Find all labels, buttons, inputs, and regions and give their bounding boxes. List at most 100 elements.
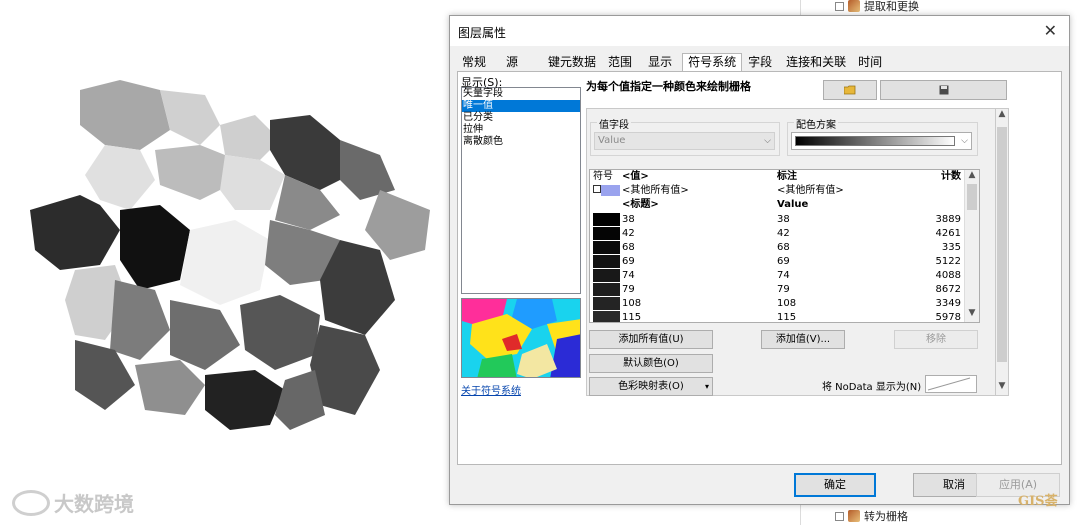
add-all-values-button[interactable]: 添加所有值(U) bbox=[589, 330, 713, 349]
scrollbar-thumb[interactable] bbox=[967, 184, 977, 210]
watermark: 大数跨境 bbox=[12, 488, 134, 517]
table-row[interactable]: 108 108 3349 bbox=[590, 297, 965, 311]
color-scheme-select[interactable]: ⌵ bbox=[791, 132, 972, 150]
symbol-swatch[interactable] bbox=[593, 213, 620, 226]
table-row[interactable]: 68 68 335 bbox=[590, 241, 965, 255]
color-ramp-swatch bbox=[795, 136, 955, 146]
checkbox[interactable] bbox=[593, 185, 601, 193]
scroll-down-icon[interactable]: ▼ bbox=[996, 381, 1008, 395]
corner-badge: GIS荟 bbox=[1018, 494, 1058, 509]
expand-icon[interactable] bbox=[835, 1, 844, 11]
ok-button[interactable]: 确定 bbox=[794, 473, 876, 497]
folder-icon bbox=[844, 85, 856, 95]
row-label: 42 bbox=[777, 228, 790, 239]
scroll-down-icon[interactable]: ▼ bbox=[965, 308, 979, 320]
nodata-swatch bbox=[927, 377, 971, 391]
tree-item-label: 提取和更换 bbox=[864, 0, 919, 13]
renderer-description: 为每个值指定一种颜色来绘制栅格 bbox=[586, 80, 751, 93]
tab-time[interactable]: 时间 bbox=[852, 53, 889, 71]
table-row-heading[interactable]: <标题> Value bbox=[590, 198, 965, 212]
row-count: 335 bbox=[941, 242, 961, 253]
tab-source[interactable]: 源 bbox=[500, 53, 525, 71]
table-row[interactable]: 74 74 4088 bbox=[590, 269, 965, 283]
value-field-select[interactable]: Value ⌵ bbox=[594, 132, 775, 150]
table-row[interactable]: 69 69 5122 bbox=[590, 255, 965, 269]
default-colors-button[interactable]: 默认颜色(O) bbox=[589, 354, 713, 373]
renderer-unique-values[interactable]: 唯一值 bbox=[462, 100, 580, 112]
renderer-vector-field[interactable]: 矢量字段 bbox=[462, 88, 580, 100]
value-field-selected: Value bbox=[598, 135, 626, 146]
desktop: 大数跨境 提取和更换 转为栅格 图层属性 ✕ 常规 源 键元数据 范围 显示 符… bbox=[0, 0, 1080, 525]
unique-values-table[interactable]: 符号 <值> 标注 计数 <其他所有值> <其他所有值> <标题> Value bbox=[589, 169, 980, 323]
row-label: 115 bbox=[777, 312, 797, 323]
remove-button[interactable]: 移除 bbox=[894, 330, 978, 349]
table-row[interactable]: 38 38 3889 bbox=[590, 213, 965, 227]
chevron-down-icon: ⌵ bbox=[764, 136, 771, 146]
row-value: 69 bbox=[622, 256, 635, 267]
close-icon[interactable]: ✕ bbox=[1044, 21, 1057, 40]
row-label: 74 bbox=[777, 270, 790, 281]
save-button[interactable] bbox=[880, 80, 1007, 100]
open-folder-button[interactable] bbox=[823, 80, 877, 100]
row-value: <标题> bbox=[622, 199, 659, 210]
scroll-up-icon[interactable]: ▲ bbox=[965, 170, 979, 182]
renderer-stretched[interactable]: 拉伸 bbox=[462, 124, 580, 136]
scrollbar-thumb[interactable] bbox=[997, 127, 1007, 362]
nodata-label: 将 NoData 显示为(N) bbox=[822, 382, 922, 393]
symbol-swatch[interactable] bbox=[593, 227, 620, 240]
symbol-swatch[interactable] bbox=[593, 311, 620, 322]
symbol-swatch[interactable] bbox=[593, 269, 620, 282]
tab-strip: 常规 源 键元数据 范围 显示 符号系统 字段 连接和关联 时间 bbox=[456, 53, 889, 71]
header-label: 标注 bbox=[777, 171, 797, 182]
row-value: 74 bbox=[622, 270, 635, 281]
scroll-up-icon[interactable]: ▲ bbox=[996, 109, 1008, 123]
value-field-group: 值字段 Value ⌵ bbox=[590, 116, 780, 156]
renderer-list[interactable]: 矢量字段 唯一值 已分类 拉伸 离散颜色 bbox=[461, 87, 581, 294]
header-count: 计数 bbox=[941, 171, 961, 182]
symbol-swatch[interactable] bbox=[593, 283, 620, 296]
row-label: 108 bbox=[777, 298, 797, 309]
row-value: 68 bbox=[622, 242, 635, 253]
symbol-swatch[interactable] bbox=[593, 255, 620, 268]
symbol-swatch[interactable] bbox=[601, 185, 620, 196]
row-count: 4088 bbox=[935, 270, 961, 281]
renderer-discrete-color[interactable]: 离散颜色 bbox=[462, 136, 580, 148]
tab-display[interactable]: 显示 bbox=[642, 53, 679, 71]
tree-item-extract[interactable]: 提取和更换 bbox=[835, 0, 919, 14]
row-count: 8672 bbox=[935, 284, 961, 295]
dialog-title: 图层属性 bbox=[458, 26, 507, 40]
dialog-titlebar[interactable]: 图层属性 ✕ bbox=[450, 16, 1069, 46]
symbol-swatch[interactable] bbox=[593, 297, 620, 310]
row-count: 3889 bbox=[935, 214, 961, 225]
add-values-button[interactable]: 添加值(V)... bbox=[761, 330, 845, 349]
tab-extent[interactable]: 范围 bbox=[602, 53, 639, 71]
nodata-color-picker[interactable] bbox=[925, 375, 977, 393]
tab-general[interactable]: 常规 bbox=[456, 53, 493, 71]
expand-icon[interactable] bbox=[835, 511, 844, 521]
row-value: <其他所有值> bbox=[622, 185, 689, 196]
colormap-button[interactable]: 色彩映射表(O) ▾ bbox=[589, 377, 713, 396]
table-row[interactable]: 42 42 4261 bbox=[590, 227, 965, 241]
row-value: 79 bbox=[622, 284, 635, 295]
tab-symbology[interactable]: 符号系统 bbox=[682, 53, 743, 71]
table-header: 符号 <值> 标注 计数 bbox=[590, 170, 965, 184]
tab-joins-relates[interactable]: 连接和关联 bbox=[780, 53, 853, 71]
renderer-classified[interactable]: 已分类 bbox=[462, 112, 580, 124]
table-scrollbar[interactable]: ▲ ▼ bbox=[964, 170, 979, 322]
table-row[interactable]: 115 115 5978 bbox=[590, 311, 965, 323]
table-row[interactable]: 79 79 8672 bbox=[590, 283, 965, 297]
toolbox-icon bbox=[848, 0, 860, 12]
watermark-text: 大数跨境 bbox=[54, 492, 134, 516]
about-symbology-link[interactable]: 关于符号系统 bbox=[461, 382, 521, 397]
table-row-other[interactable]: <其他所有值> <其他所有值> bbox=[590, 184, 965, 198]
chevron-down-icon: ⌵ bbox=[961, 136, 968, 146]
tab-key-metadata[interactable]: 键元数据 bbox=[542, 53, 603, 71]
map-view[interactable] bbox=[0, 0, 450, 525]
panel-scrollbar[interactable]: ▲ ▼ bbox=[995, 108, 1009, 396]
row-label: 38 bbox=[777, 214, 790, 225]
tab-fields[interactable]: 字段 bbox=[742, 53, 779, 71]
symbol-swatch[interactable] bbox=[593, 241, 620, 254]
symbology-panel: 显示(S): 矢量字段 唯一值 已分类 拉伸 离散颜色 关于符号系统 为每个值指… bbox=[457, 71, 1062, 465]
tree-item-to-raster[interactable]: 转为栅格 bbox=[835, 508, 908, 524]
raster-map bbox=[30, 80, 430, 430]
